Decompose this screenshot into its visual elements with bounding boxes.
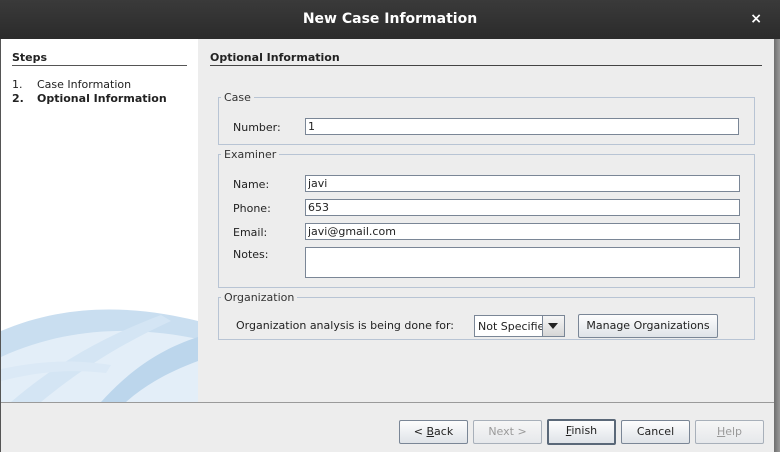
back-button[interactable]: < Back [399, 420, 468, 444]
cancel-button[interactable]: Cancel [621, 420, 690, 444]
dropdown-arrow-icon[interactable] [542, 316, 564, 336]
examiner-notes-textarea[interactable] [305, 247, 740, 278]
help-button-mnemonic: H [716, 425, 726, 438]
steps-header: Steps [12, 51, 48, 64]
finish-button-rest: inish [571, 424, 598, 437]
organization-prompt-label: Organization analysis is being done for: [236, 319, 454, 332]
step-number: 2. [12, 92, 24, 105]
help-button[interactable]: Help [695, 420, 764, 444]
back-button-mnemonic: B [426, 425, 435, 438]
examiner-phone-input[interactable] [305, 199, 740, 216]
help-button-rest: elp [725, 425, 743, 438]
step-item-case-information: 1. Case Information [12, 78, 131, 91]
step-label: Case Information [37, 78, 132, 91]
organization-select[interactable]: Not Specified [474, 315, 565, 337]
name-label: Name: [233, 178, 270, 191]
back-button-prefix: < [413, 425, 427, 438]
button-bar: < Back Next > Finish Cancel Help [1, 402, 774, 452]
back-button-rest: ack [434, 425, 454, 438]
step-label: Optional Information [37, 92, 167, 105]
next-button[interactable]: Next > [473, 420, 542, 444]
examiner-legend: Examiner [224, 148, 277, 161]
page-title: Optional Information [210, 51, 340, 64]
email-label: Email: [233, 226, 268, 239]
number-label: Number: [233, 121, 281, 134]
title-bar: New Case Information × [0, 0, 780, 39]
examiner-email-input[interactable] [305, 223, 740, 240]
content-panel: Optional Information Case Number: Examin… [198, 39, 774, 402]
examiner-name-input[interactable] [305, 175, 740, 192]
finish-button[interactable]: Finish [547, 419, 616, 445]
step-number: 1. [12, 78, 23, 91]
title-divider [210, 65, 762, 66]
manage-organizations-button[interactable]: Manage Organizations [578, 314, 718, 338]
phone-label: Phone: [233, 202, 271, 215]
case-legend: Case [224, 91, 251, 104]
close-icon[interactable]: × [750, 11, 762, 27]
window-border-right [774, 39, 780, 452]
window-title: New Case Information [302, 11, 478, 27]
steps-panel: Steps 1. Case Information 2. Optional Info… [1, 39, 198, 402]
case-number-input[interactable] [305, 118, 739, 135]
steps-divider [12, 65, 187, 66]
organization-selected-value: Not Specified [478, 320, 552, 333]
step-item-optional-information: 2. Optional Information [12, 92, 167, 105]
organization-legend: Organization [224, 291, 295, 304]
notes-label: Notes: [233, 248, 269, 261]
